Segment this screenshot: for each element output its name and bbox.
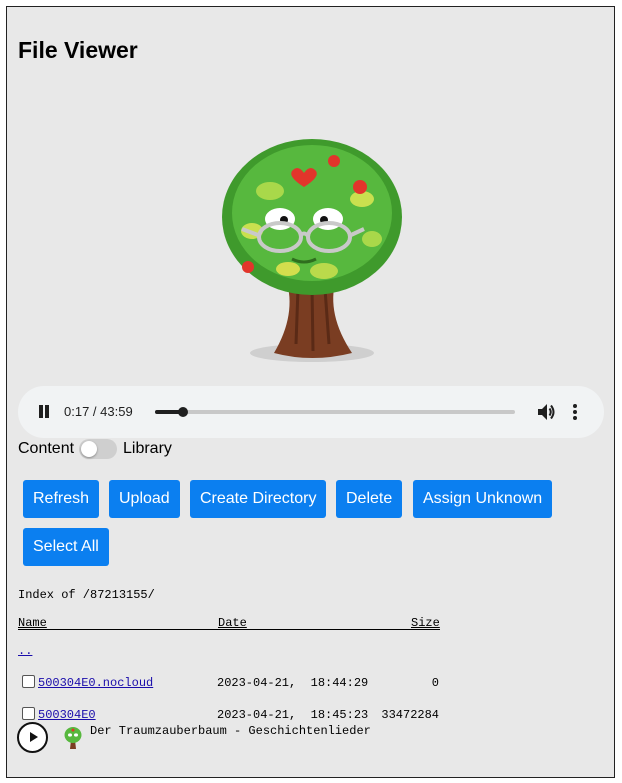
row-checkbox[interactable]: [22, 707, 35, 720]
play-button[interactable]: [17, 722, 48, 753]
file-size: 0: [431, 676, 439, 690]
time-display: 0:17 / 43:59: [64, 404, 133, 419]
switch-knob: [81, 441, 97, 457]
index-heading: Index of /87213155/: [18, 588, 155, 602]
volume-icon[interactable]: [537, 402, 555, 422]
refresh-button[interactable]: Refresh: [23, 480, 100, 518]
row-checkbox[interactable]: [22, 675, 35, 688]
delete-button[interactable]: Delete: [336, 480, 403, 518]
audio-player: 0:17 / 43:59: [18, 386, 604, 438]
more-vert-icon[interactable]: [571, 402, 579, 422]
now-playing-title: Der Traumzauberbaum - Geschichtenlieder: [90, 724, 371, 738]
column-header-date: Date: [218, 616, 247, 630]
file-viewer-panel: File Viewer 0:17 / 43:59 Content Library…: [6, 6, 615, 778]
column-header-size: Size: [411, 616, 440, 630]
file-link[interactable]: 500304E0.nocloud: [38, 676, 153, 690]
file-size: 33472284: [381, 708, 439, 722]
file-date: 2023-04-21, 18:45:23: [217, 708, 369, 722]
toggle-label-content: Content: [18, 440, 75, 457]
pause-icon: [39, 405, 43, 418]
assign-unknown-button[interactable]: Assign Unknown: [413, 480, 553, 518]
file-date: 2023-04-21, 18:44:29: [217, 676, 369, 690]
page-title: File Viewer: [18, 37, 138, 63]
parent-directory-link[interactable]: ..: [18, 644, 32, 658]
select-all-button[interactable]: Select All: [23, 528, 109, 566]
upload-button[interactable]: Upload: [109, 480, 180, 518]
toggle-label-library: Library: [123, 440, 172, 457]
seek-slider[interactable]: [155, 407, 515, 417]
pause-button[interactable]: [37, 404, 51, 420]
header-divider: [18, 629, 440, 630]
create-directory-button[interactable]: Create Directory: [190, 480, 327, 518]
track-thumbnail: [64, 727, 82, 749]
seek-thumb[interactable]: [178, 407, 188, 417]
cover-art-image: [222, 139, 402, 362]
content-library-switch[interactable]: [79, 439, 117, 459]
column-header-name: Name: [18, 616, 47, 630]
file-link[interactable]: 500304E0: [38, 708, 96, 722]
